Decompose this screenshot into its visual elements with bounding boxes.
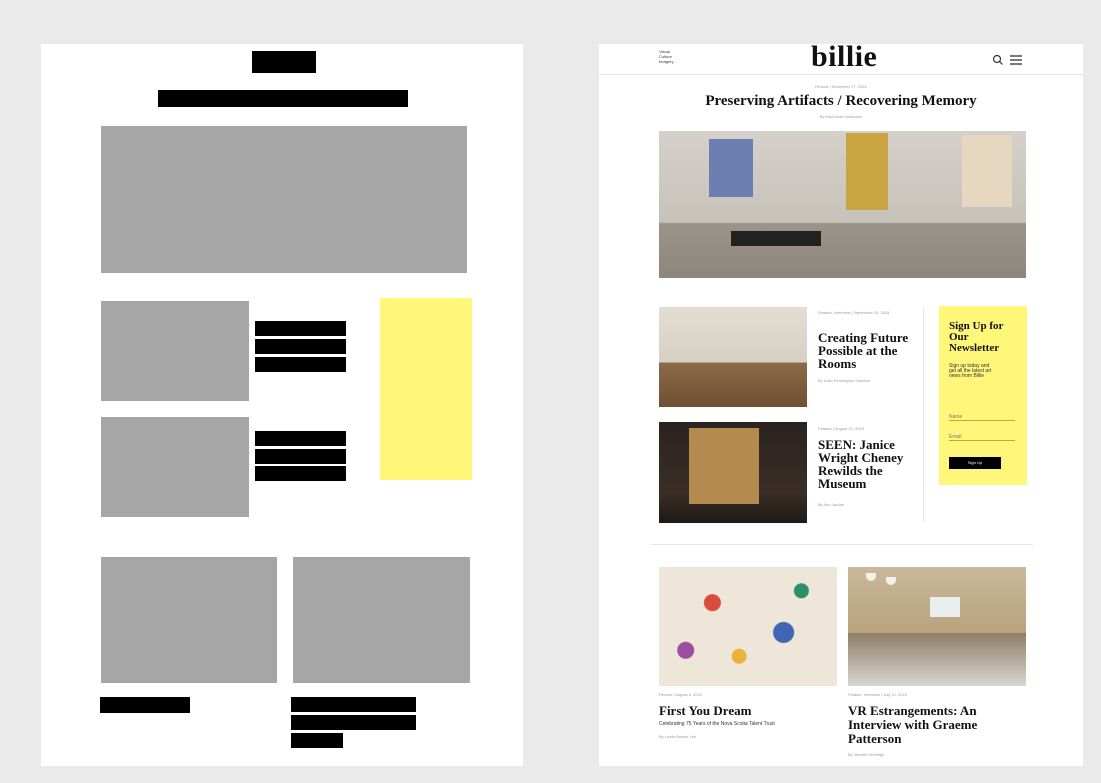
wireframe-panel	[41, 44, 523, 766]
site-logo[interactable]: billie	[811, 40, 877, 74]
newsletter-title: Sign Up for Our Newsletter	[949, 320, 1004, 354]
painting	[846, 133, 888, 210]
column-divider	[923, 308, 924, 522]
painting	[709, 139, 753, 197]
bottom-kicker: Feature, Interview | July 12, 2024	[848, 692, 908, 697]
wireframe-card-image	[101, 417, 249, 517]
wireframe-card-text-line	[255, 431, 346, 446]
wireframe-logo-block	[252, 51, 316, 73]
wireframe-title-block	[158, 90, 408, 107]
wireframe-bottom-image	[293, 557, 470, 683]
header-small-text: Visual Culture Imagery	[659, 49, 674, 64]
hero-image[interactable]	[659, 131, 1026, 278]
email-field[interactable]: Email	[949, 434, 1015, 441]
hero-kicker: Review | December 17, 2024	[815, 84, 867, 89]
section-divider	[651, 544, 1033, 545]
newsletter-box: Sign Up for Our Newsletter Sign up today…	[939, 306, 1027, 485]
wireframe-bottom-image	[101, 557, 277, 683]
bottom-kicker: Review | August 6, 2024	[659, 692, 703, 697]
name-field[interactable]: Name	[949, 414, 1015, 421]
newsletter-body: Sign up today and get all the latest art…	[949, 363, 992, 379]
wireframe-card-text-line	[255, 339, 346, 354]
wireframe-card-text-line	[255, 466, 346, 481]
bottom-byline: By Lizzie Bowler Lee	[659, 734, 697, 739]
wireframe-newsletter-box	[380, 298, 472, 480]
bottom-article-image[interactable]	[659, 567, 837, 686]
article-byline: By Leah Pennington Sanders	[818, 378, 871, 383]
article-title[interactable]: SEEN: Janice Wright Cheney Rewilds the M…	[818, 438, 910, 490]
bottom-tagline: Celebrating 75 Years of the Nova Scotia …	[659, 721, 775, 727]
bench	[731, 231, 821, 246]
article-image[interactable]	[659, 422, 807, 523]
article-image[interactable]	[659, 307, 807, 407]
wireframe-card-text-line	[255, 357, 346, 372]
search-icon[interactable]	[992, 53, 1004, 65]
hero-byline: By Elsa Morin Anderson	[819, 114, 863, 119]
website-panel: Visual Culture Imagery billie Review | D…	[599, 40, 1083, 766]
wireframe-bottom-text-line	[100, 697, 190, 713]
pendant-lamp	[866, 573, 876, 581]
wireframe-card-text-line	[255, 449, 346, 464]
wireframe-card-image	[101, 301, 249, 401]
header-divider	[599, 74, 1083, 75]
sign-up-button[interactable]: Sign Up	[949, 457, 1001, 469]
bottom-title[interactable]: VR Estrangements: An Interview with Grae…	[848, 704, 998, 746]
sign-up-button-label: Sign Up	[967, 460, 983, 465]
hero-title[interactable]: Preserving Artifacts / Recovering Memory	[599, 93, 1083, 110]
wireframe-bottom-text-line	[291, 733, 343, 748]
tapestry	[689, 428, 759, 504]
wireframe-card-text-line	[255, 321, 346, 336]
article-kicker: Feature, Interview | September 20, 2024	[818, 310, 890, 315]
wireframe-bottom-text-line	[291, 697, 416, 712]
menu-icon[interactable]	[1009, 53, 1023, 65]
bottom-title[interactable]: First You Dream	[659, 704, 829, 718]
wireframe-bottom-text-line	[291, 715, 416, 730]
painting	[962, 135, 1012, 207]
bottom-article-image[interactable]	[848, 567, 1026, 686]
article-kicker: Feature | August 22, 2024	[818, 426, 864, 431]
pendant-lamp	[886, 577, 896, 585]
wireframe-hero-image	[101, 126, 467, 273]
bottom-byline: By Jennifer McVeigh	[848, 752, 885, 757]
article-byline: By Ann Jordan	[818, 502, 845, 507]
article-title[interactable]: Creating Future Possible at the Rooms	[818, 331, 913, 370]
window	[930, 597, 960, 617]
